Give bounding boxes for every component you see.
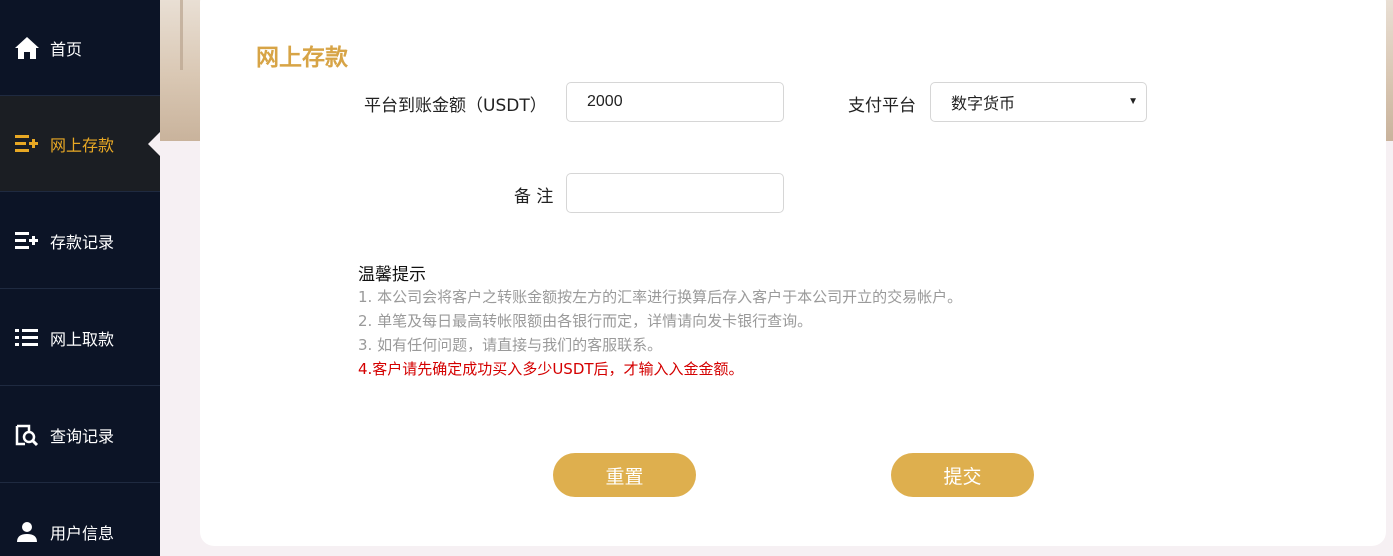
user-icon — [14, 519, 40, 545]
sidebar-item-deposit-record[interactable]: 存款记录 — [0, 193, 160, 289]
reset-button[interactable]: 重置 — [553, 453, 696, 497]
chevron-down-icon: ▼ — [1128, 96, 1138, 107]
withdraw-list-icon — [14, 325, 40, 351]
tip-line: 2. 单笔及每日最高转帐限额由各银行而定，详情请向发卡银行查询。 — [358, 312, 813, 330]
tips-title: 温馨提示 — [358, 265, 426, 285]
amount-label: 平台到账金额（USDT） — [364, 96, 547, 116]
sidebar-item-label: 首页 — [50, 39, 83, 59]
deposit-list-icon — [14, 131, 40, 157]
note-label: 备 注 — [514, 187, 554, 207]
sidebar-item-withdraw[interactable]: 网上取款 — [0, 290, 160, 386]
sidebar-item-home[interactable]: 首页 — [0, 0, 160, 96]
platform-label: 支付平台 — [848, 96, 916, 116]
platform-select-value: 数字货币 — [951, 96, 1016, 113]
tip-line: 1. 本公司会将客户之转账金额按左方的汇率进行换算后存入客户于本公司开立的交易帐… — [358, 288, 963, 306]
amount-input-value: 2000 — [587, 93, 623, 110]
tip-warning-line: 4.客户请先确定成功买入多少USDT后，才输入入金金额。 — [358, 360, 744, 378]
sidebar: 首页 网上存款 存款记录 网上取款 查询记录 用户信息 — [0, 0, 160, 556]
sidebar-item-label: 网上存款 — [50, 135, 115, 155]
note-input[interactable] — [566, 173, 784, 213]
deposit-record-icon — [14, 228, 40, 254]
sidebar-item-label: 网上取款 — [50, 329, 115, 349]
tip-line: 3. 如有任何问题，请直接与我们的客服联系。 — [358, 336, 663, 354]
sidebar-item-query-record[interactable]: 查询记录 — [0, 387, 160, 483]
sidebar-item-label: 查询记录 — [50, 426, 115, 446]
platform-select[interactable]: 数字货币 ▼ — [930, 82, 1147, 122]
search-record-icon — [14, 422, 40, 448]
sidebar-item-label: 用户信息 — [50, 524, 115, 543]
amount-input[interactable]: 2000 — [566, 82, 784, 122]
sidebar-item-deposit[interactable]: 网上存款 — [0, 96, 160, 192]
sidebar-item-label: 存款记录 — [50, 232, 115, 252]
home-icon — [14, 35, 40, 61]
page-title: 网上存款 — [256, 45, 348, 71]
submit-button[interactable]: 提交 — [891, 453, 1034, 497]
sidebar-item-user-info[interactable]: 用户信息 — [0, 484, 160, 556]
